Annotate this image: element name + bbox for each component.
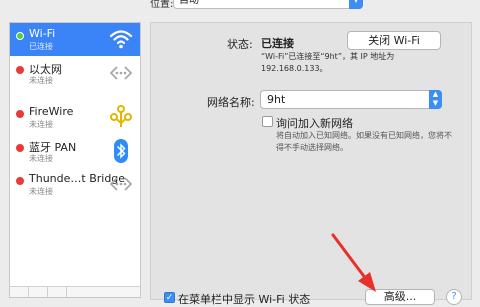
annotation-arrow-icon bbox=[331, 233, 376, 292]
